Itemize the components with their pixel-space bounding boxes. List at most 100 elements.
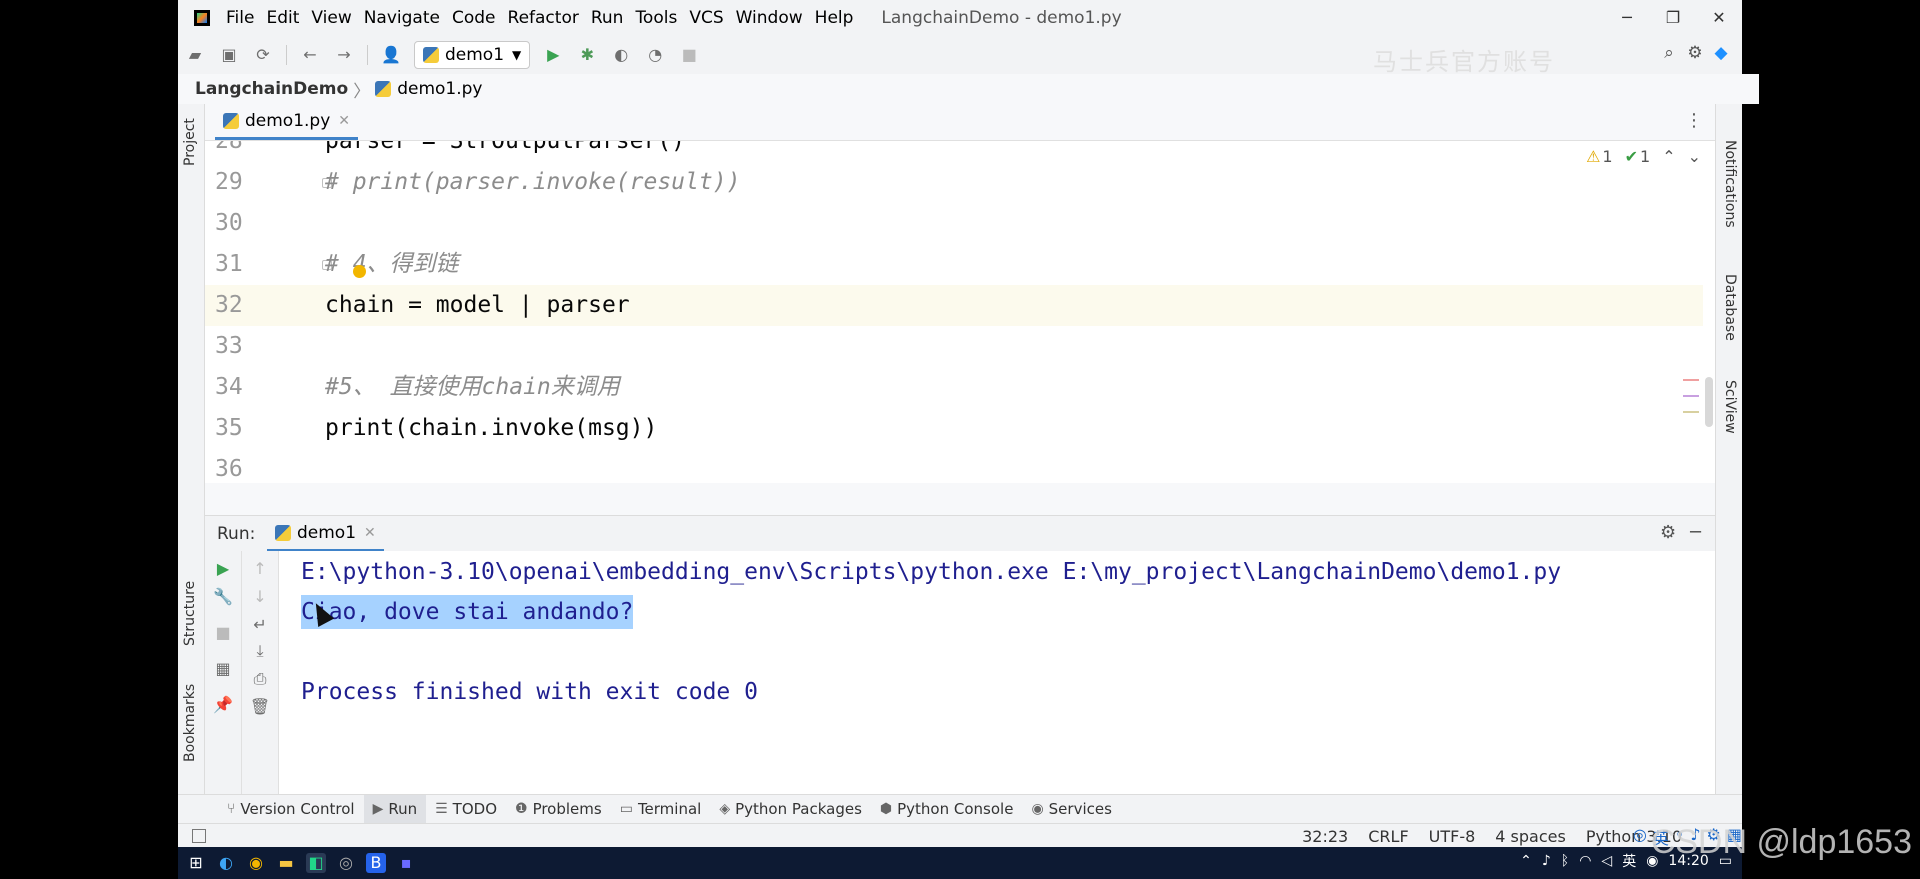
up-arrow-icon[interactable]: ↑ <box>248 559 272 578</box>
tool-window-python-packages[interactable]: ◈ Python Packages <box>710 795 871 823</box>
indent-setting[interactable]: 4 spaces <box>1495 824 1566 849</box>
search-icon[interactable]: ⌕ <box>1656 43 1682 63</box>
breadcrumb-file[interactable]: demo1.py <box>397 79 482 99</box>
menu-refactor[interactable]: Refactor <box>502 0 585 36</box>
sciview-tool-button[interactable]: SciView <box>1722 380 1738 434</box>
notifications-tool-button[interactable]: Notifications <box>1722 140 1738 228</box>
tool-window-version-control[interactable]: ⑂ Version Control <box>218 795 364 823</box>
print-icon[interactable]: ⎙ <box>248 669 272 689</box>
close-icon[interactable]: ✕ <box>338 113 350 129</box>
file-encoding[interactable]: UTF-8 <box>1429 824 1476 849</box>
run-console[interactable]: E:\python-3.10\openai\embedding_env\Scri… <box>279 551 1715 794</box>
chevron-up-icon[interactable]: ⌃ <box>1662 147 1675 166</box>
scrollbar-thumb[interactable] <box>1705 377 1713 427</box>
close-icon[interactable]: ✕ <box>364 525 376 541</box>
menu-help[interactable]: Help <box>809 0 860 36</box>
tray-bluetooth-icon[interactable]: ᛒ <box>1561 853 1569 869</box>
coverage-icon[interactable]: ◐ <box>609 43 633 67</box>
down-arrow-icon[interactable]: ↓ <box>248 587 272 606</box>
stripe-mark[interactable] <box>1683 411 1699 413</box>
console-actions-toolbar: ↑ ↓ ↵ ⤓ ⎙ 🗑 <box>242 551 279 794</box>
chrome-browser-icon[interactable]: ◉ <box>246 853 266 873</box>
menu-tools[interactable]: Tools <box>629 0 683 36</box>
forward-arrow-icon[interactable]: → <box>332 43 356 67</box>
back-arrow-icon[interactable]: ← <box>298 43 322 67</box>
weak-warning-count: 1 <box>1640 147 1651 166</box>
app-taskbar-icon[interactable]: ▪ <box>396 853 416 873</box>
run-configuration-select[interactable]: demo1 ▼ <box>414 41 531 69</box>
database-tool-button[interactable]: Database <box>1722 274 1738 341</box>
breadcrumb-project[interactable]: LangchainDemo <box>195 79 348 99</box>
user-icon[interactable]: 👤 <box>379 43 403 67</box>
menu-vcs[interactable]: VCS <box>683 0 729 36</box>
status-items: 32:23 CRLF UTF-8 4 spaces Python 3.10 <box>1282 824 1682 849</box>
debug-icon[interactable]: ✱ <box>575 43 599 67</box>
layout-icon[interactable]: ▦ <box>211 659 235 678</box>
ime-logo-icon[interactable]: ◎ <box>1633 825 1647 849</box>
profile-icon[interactable]: ◔ <box>643 43 667 67</box>
tab-demo1[interactable]: demo1.py ✕ <box>215 104 359 140</box>
tool-window-problems[interactable]: ❶ Problems <box>506 795 611 823</box>
menu-edit[interactable]: Edit <box>260 0 305 36</box>
pycharm-taskbar-icon[interactable]: ◧ <box>306 853 326 873</box>
open-folder-icon[interactable]: ▰ <box>183 43 207 67</box>
editor-scrollbar[interactable] <box>1703 141 1715 483</box>
caret-position[interactable]: 32:23 <box>1302 824 1348 849</box>
menu-navigate[interactable]: Navigate <box>358 0 446 36</box>
soft-wrap-icon[interactable]: ↵ <box>248 615 272 634</box>
pin-icon[interactable]: 📌 <box>211 695 235 714</box>
tool-window-run[interactable]: ▶ Run <box>363 795 427 823</box>
windows-start-icon[interactable]: ⊞ <box>186 853 206 873</box>
tray-chevron-up-icon[interactable]: ⌃ <box>1520 853 1532 869</box>
inspection-widget[interactable]: ⚠ 1 ✔ 1 ⌃ ⌄ <box>1586 147 1701 166</box>
app-b-taskbar-icon[interactable]: B <box>366 853 386 873</box>
file-explorer-icon[interactable]: ▬ <box>276 853 296 873</box>
gear-icon[interactable]: ⚙ <box>1660 522 1676 543</box>
chevron-down-icon[interactable]: ⌄ <box>1688 147 1701 166</box>
run-icon[interactable]: ▶ <box>541 43 565 67</box>
stripe-mark[interactable] <box>1683 395 1699 397</box>
project-tool-button[interactable]: Project <box>182 118 198 166</box>
stripe-mark[interactable] <box>1683 379 1699 381</box>
tray-wifi-icon[interactable]: ◠ <box>1579 853 1591 869</box>
tray-language[interactable]: 英 <box>1622 851 1636 871</box>
stop-icon[interactable]: ■ <box>677 43 701 67</box>
tool-window-todo[interactable]: ☰ TODO <box>426 795 506 823</box>
code-editor[interactable]: 28 parser = StrOutputParser() 29 # print… <box>205 141 1715 483</box>
menu-run[interactable]: Run <box>585 0 630 36</box>
gear-icon[interactable]: ⚙ <box>1682 43 1708 63</box>
lightbulb-icon[interactable] <box>353 265 366 278</box>
rerun-icon[interactable]: ▶ <box>211 559 235 578</box>
stop-icon[interactable]: ■ <box>211 623 235 642</box>
tool-window-terminal[interactable]: ▭ Terminal <box>611 795 711 823</box>
bookmarks-tool-button[interactable]: Bookmarks <box>182 684 198 762</box>
hide-panel-icon[interactable]: ─ <box>1690 522 1701 543</box>
sync-icon[interactable]: ⟳ <box>251 43 275 67</box>
tab-label: demo1.py <box>245 110 331 131</box>
jetbrains-ai-icon[interactable]: ◆ <box>1708 43 1734 63</box>
todo-icon: ☰ <box>435 801 448 817</box>
minimize-button[interactable]: ─ <box>1604 0 1650 36</box>
trash-icon[interactable]: 🗑 <box>248 697 272 716</box>
restore-button[interactable]: ❐ <box>1650 0 1696 36</box>
console-output-line-selected: Ciao, dove stai andando? <box>301 595 634 629</box>
scroll-to-end-icon[interactable]: ⤓ <box>248 641 272 661</box>
run-tab-demo1[interactable]: demo1 ✕ <box>267 516 384 552</box>
save-icon[interactable]: ▣ <box>217 43 241 67</box>
menu-file[interactable]: File <box>220 0 260 36</box>
edge-browser-icon[interactable]: ◐ <box>216 853 236 873</box>
menu-code[interactable]: Code <box>446 0 502 36</box>
toggle-tool-windows-icon[interactable] <box>192 829 206 843</box>
tool-window-services[interactable]: ◉ Services <box>1022 795 1120 823</box>
close-window-button[interactable]: ✕ <box>1696 0 1742 36</box>
app-taskbar-icon[interactable]: ◎ <box>336 853 356 873</box>
line-separator[interactable]: CRLF <box>1368 824 1408 849</box>
structure-tool-button[interactable]: Structure <box>182 581 198 646</box>
edit-config-wrench-icon[interactable]: 🔧 <box>211 587 235 606</box>
more-vertical-icon[interactable]: ⋮ <box>1685 110 1703 131</box>
tray-volume-icon[interactable]: ◁ <box>1601 853 1612 869</box>
menu-view[interactable]: View <box>305 0 357 36</box>
tray-mic-icon[interactable]: ♪ <box>1542 853 1551 869</box>
tool-window-python-console[interactable]: ⬢ Python Console <box>871 795 1023 823</box>
menu-window[interactable]: Window <box>730 0 809 36</box>
